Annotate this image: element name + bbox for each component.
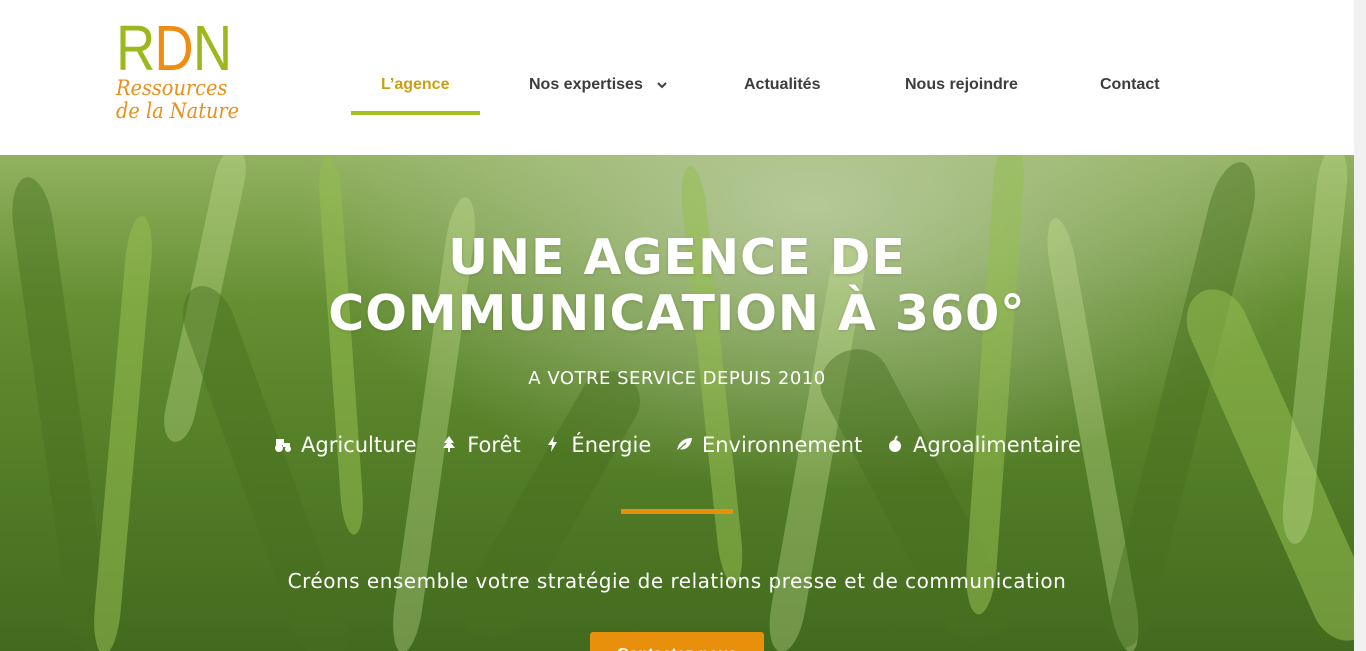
sector-energie: Énergie [543, 433, 651, 457]
page-scrollbar[interactable] [1354, 0, 1366, 651]
logo-tagline-nature: de la Nature [116, 99, 240, 123]
sector-foret: Forêt [439, 433, 521, 457]
hero-divider [621, 509, 733, 514]
sector-agroalimentaire: Agroalimentaire [885, 433, 1081, 457]
hero-title-line1: UNE AGENCE DE [448, 229, 906, 286]
leaf-icon [674, 434, 694, 454]
contact-cta-button[interactable]: Contactez-nous [590, 632, 764, 651]
site-logo[interactable]: RDN Ressources de la Nature [116, 16, 246, 126]
nav-item-agence[interactable]: L’agence [381, 76, 449, 94]
chevron-down-icon [657, 76, 668, 94]
sector-agriculture: Agriculture [273, 433, 417, 457]
apple-icon [885, 434, 905, 454]
sectors-list: Agriculture Forêt Énergie Environnement … [0, 433, 1354, 457]
site-header: RDN Ressources de la Nature L’agence Nos… [0, 0, 1354, 155]
tractor-icon [273, 434, 293, 454]
sector-environnement: Environnement [674, 433, 862, 457]
tree-icon [439, 434, 459, 454]
logo-tagline-ressources: Ressources [116, 76, 228, 100]
nav-item-actualites[interactable]: Actualités [744, 76, 820, 94]
hero-title: UNE AGENCE DE COMMUNICATION À 360° [0, 230, 1354, 342]
nav-item-contact[interactable]: Contact [1100, 76, 1160, 94]
bolt-icon [543, 434, 563, 454]
hero-tagline: Créons ensemble votre stratégie de relat… [287, 569, 1067, 593]
hero-title-line2: COMMUNICATION À 360° [328, 285, 1026, 342]
logo-rdn: RDN [116, 12, 232, 84]
nav-item-expertises-label: Nos expertises [529, 76, 643, 94]
nav-active-indicator [351, 111, 480, 115]
nav-item-rejoindre[interactable]: Nous rejoindre [905, 76, 1018, 94]
nav-item-expertises[interactable]: Nos expertises [529, 76, 668, 94]
hero-banner: UNE AGENCE DE COMMUNICATION À 360° A VOT… [0, 155, 1354, 651]
hero-subtitle: A VOTRE SERVICE DEPUIS 2010 [528, 368, 826, 389]
